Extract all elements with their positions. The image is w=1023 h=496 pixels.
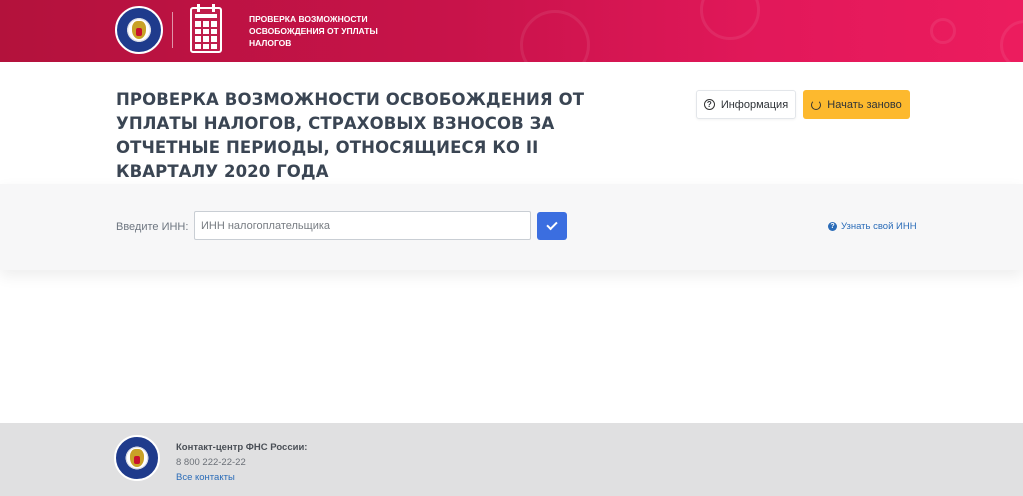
contact-phone: 8 800 222-22-22	[176, 457, 246, 468]
refresh-icon	[811, 99, 822, 110]
shield-icon	[134, 456, 140, 464]
check-icon	[546, 218, 558, 231]
find-inn-label: Узнать свой ИНН	[841, 221, 917, 232]
decorative-circle	[930, 18, 956, 44]
header-divider	[172, 12, 173, 48]
decorative-circle	[520, 10, 590, 62]
page-title: ПРОВЕРКА ВОЗМОЖНОСТИ ОСВОБОЖДЕНИЯ ОТ УПЛ…	[116, 90, 585, 181]
info-button[interactable]: ? Информация	[696, 90, 796, 119]
decorative-circle	[1000, 20, 1023, 62]
contact-center-title: Контакт-центр ФНС России:	[176, 442, 308, 453]
fns-emblem-icon[interactable]	[115, 6, 163, 54]
calendar-icon	[190, 4, 222, 53]
site-header: ПРОВЕРКА ВОЗМОЖНОСТИ ОСВОБОЖДЕНИЯ ОТ УПЛ…	[0, 0, 1023, 62]
fns-emblem-icon	[114, 435, 160, 481]
restart-button-label: Начать заново	[827, 98, 902, 111]
header-title[interactable]: ПРОВЕРКА ВОЗМОЖНОСТИ ОСВОБОЖДЕНИЯ ОТ УПЛ…	[249, 13, 389, 49]
all-contacts-link[interactable]: Все контакты	[176, 472, 235, 483]
inn-label: Введите ИНН:	[116, 221, 189, 233]
question-circle-icon: ?	[703, 99, 715, 110]
submit-inn-button[interactable]	[537, 212, 567, 240]
shield-icon	[136, 28, 142, 36]
find-inn-link[interactable]: ? Узнать свой ИНН	[828, 221, 917, 232]
inn-input[interactable]	[194, 211, 531, 240]
info-button-label: Информация	[720, 98, 789, 111]
question-circle-icon: ?	[828, 222, 837, 231]
restart-button[interactable]: Начать заново	[803, 90, 910, 119]
decorative-circle	[700, 0, 760, 40]
